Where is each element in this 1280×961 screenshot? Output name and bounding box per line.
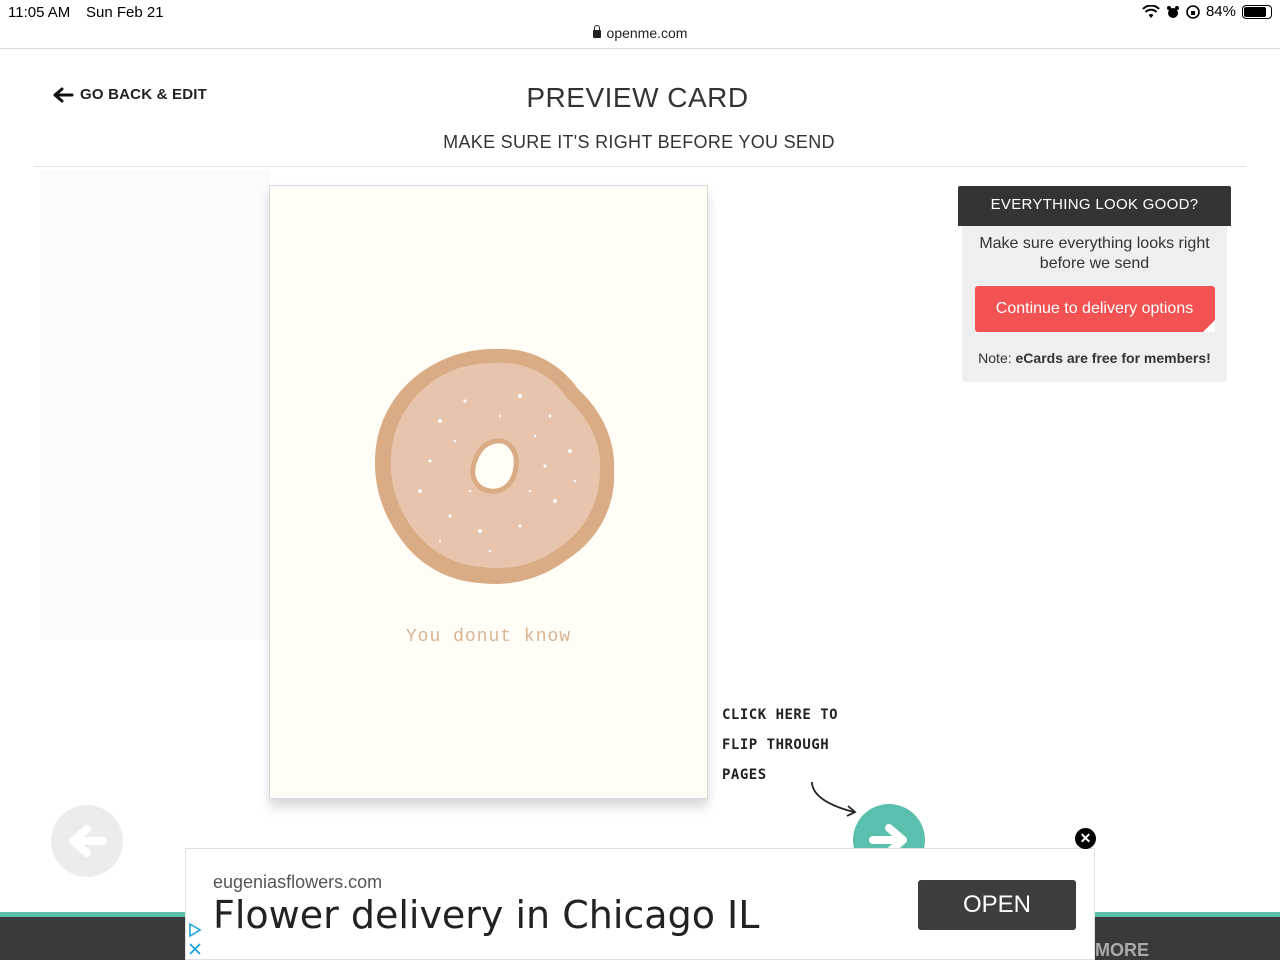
flip-hint-line1: CLICK HERE TO <box>722 707 839 723</box>
arrow-left-icon <box>69 825 107 857</box>
note-bold-text: eCards are free for members! <box>1015 350 1211 366</box>
alarm-icon <box>1166 5 1179 18</box>
status-icons: 84% <box>1142 3 1272 20</box>
background-shade <box>40 170 270 640</box>
adchoices-icon[interactable] <box>187 920 203 960</box>
card-caption: You donut know <box>405 627 572 647</box>
card-preview: You donut know <box>269 185 708 799</box>
ad-banner[interactable]: eugeniasflowers.com Flower delivery in C… <box>185 848 1095 960</box>
ad-headline: Flower delivery in Chicago IL <box>213 893 760 937</box>
url-bar[interactable]: openme.com <box>0 22 1280 49</box>
status-time: 11:05 AM <box>8 4 71 21</box>
lock-icon <box>592 25 601 38</box>
ad-open-button[interactable]: OPEN <box>918 880 1076 930</box>
url-text: openme.com <box>606 25 688 41</box>
ad-domain: eugeniasflowers.com <box>213 872 383 892</box>
footer-more-link[interactable]: MORE <box>1095 940 1149 961</box>
continue-delivery-button[interactable]: Continue to delivery options <box>974 286 1215 332</box>
ad-close-button[interactable]: ✕ <box>1075 828 1096 849</box>
confirm-panel-body: Make sure everything looks right before … <box>962 226 1227 382</box>
battery-icon <box>1242 4 1272 19</box>
confirm-panel-text: Make sure everything looks right before … <box>979 235 1210 272</box>
wifi-icon <box>1142 4 1160 18</box>
flip-hint-line2: FLIP THROUGH <box>722 737 830 753</box>
donut-illustration <box>374 348 615 584</box>
header-divider <box>34 166 1246 167</box>
continue-delivery-label: Continue to delivery options <box>995 300 1194 317</box>
previous-page-button[interactable] <box>51 805 123 877</box>
confirm-panel-heading: EVERYTHING LOOK GOOD? <box>958 186 1231 226</box>
status-bar: 11:05 AM Sun Feb 21 84% <box>0 0 1280 24</box>
rotation-lock-icon <box>1186 4 1200 19</box>
page-subtitle: MAKE SURE IT'S RIGHT BEFORE YOU SEND <box>443 132 835 152</box>
button-fold-decoration <box>1202 320 1215 332</box>
status-date: Sun Feb 21 <box>86 4 164 21</box>
note-prefix: Note: <box>978 350 1012 366</box>
confirm-panel: EVERYTHING LOOK GOOD? Make sure everythi… <box>958 186 1231 382</box>
battery-percent: 84% <box>1205 3 1236 20</box>
battery-fill <box>1244 6 1266 17</box>
curved-arrow-icon <box>811 781 857 817</box>
members-note: Note: eCards are free for members! <box>970 350 1219 366</box>
page-title: PREVIEW CARD <box>526 82 749 113</box>
